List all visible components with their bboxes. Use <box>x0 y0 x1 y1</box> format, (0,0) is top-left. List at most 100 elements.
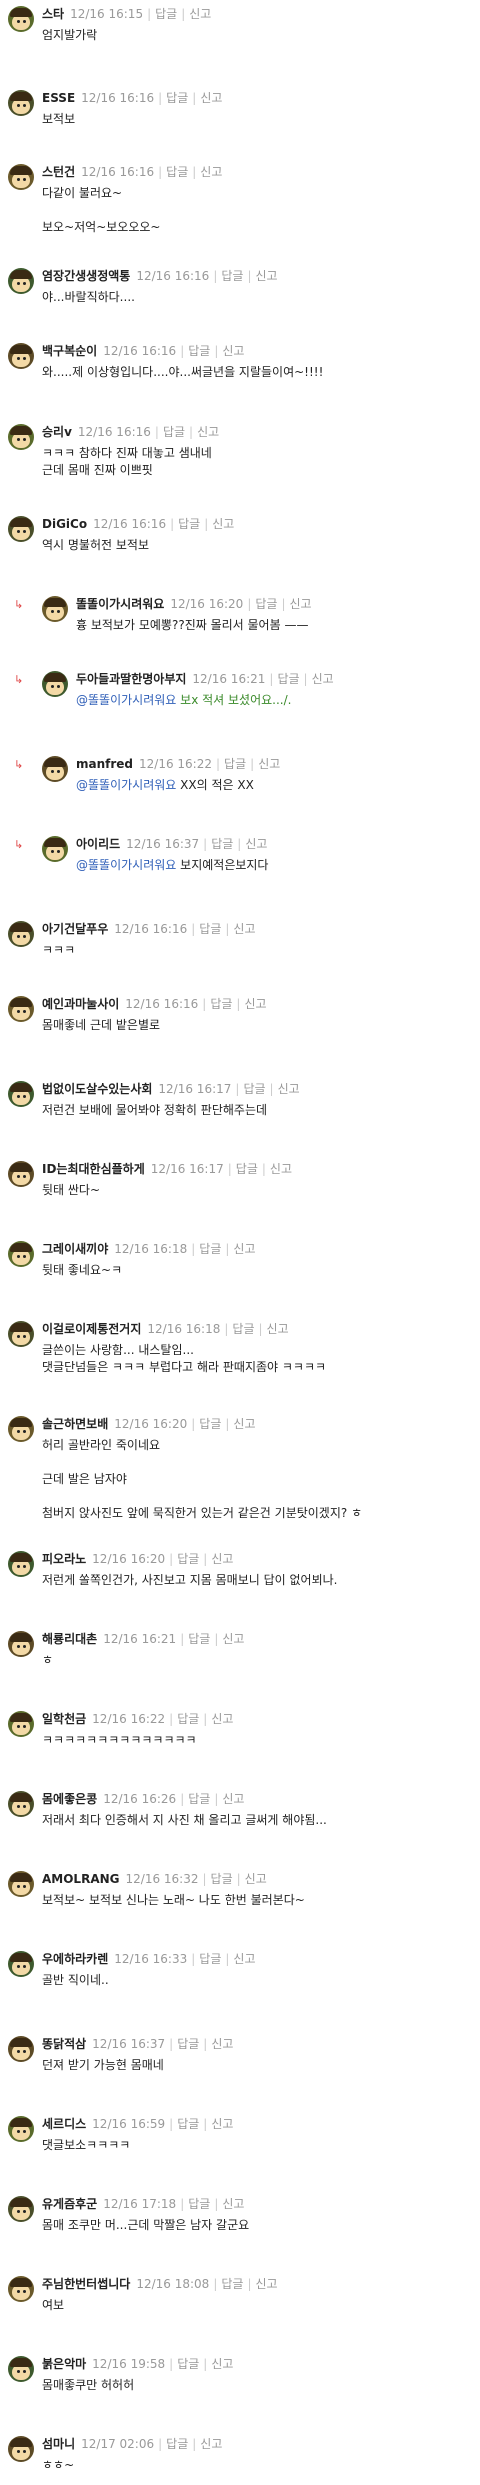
avatar[interactable] <box>8 2116 34 2142</box>
nickname[interactable]: 법없이도살수있는사회 <box>42 1082 152 1096</box>
avatar[interactable] <box>8 343 34 369</box>
reply-button[interactable]: 답글 <box>166 2437 188 2451</box>
avatar[interactable] <box>8 1711 34 1737</box>
reply-button[interactable]: 답글 <box>211 1872 233 1886</box>
avatar[interactable] <box>42 596 68 622</box>
avatar[interactable] <box>8 2276 34 2302</box>
avatar[interactable] <box>8 1416 34 1442</box>
nickname[interactable]: 그레이새끼야 <box>42 1242 108 1256</box>
report-button[interactable]: 신고 <box>222 1632 244 1646</box>
reply-button[interactable]: 답글 <box>177 2357 199 2371</box>
nickname[interactable]: 승리v <box>42 425 72 439</box>
nickname[interactable]: AMOLRANG <box>42 1872 120 1886</box>
reply-button[interactable]: 답글 <box>188 344 210 358</box>
nickname[interactable]: 아이리드 <box>76 837 120 851</box>
nickname[interactable]: 일학천금 <box>42 1712 86 1726</box>
report-button[interactable]: 신고 <box>244 997 266 1011</box>
nickname[interactable]: 예인과마눌사이 <box>42 997 119 1011</box>
avatar[interactable] <box>8 1631 34 1657</box>
report-button[interactable]: 신고 <box>290 597 312 611</box>
avatar[interactable] <box>8 1951 34 1977</box>
reply-button[interactable]: 답글 <box>188 2197 210 2211</box>
mention-link[interactable]: @똘똘이가시려워요 <box>76 778 176 792</box>
nickname[interactable]: 세르디스 <box>42 2117 86 2131</box>
avatar[interactable] <box>8 921 34 947</box>
nickname[interactable]: 섬마니 <box>42 2437 75 2451</box>
avatar[interactable] <box>8 2036 34 2062</box>
reply-button[interactable]: 답글 <box>221 269 243 283</box>
reply-button[interactable]: 답글 <box>177 2117 199 2131</box>
nickname[interactable]: 아기건달푸우 <box>42 922 108 936</box>
report-button[interactable]: 신고 <box>212 517 234 531</box>
reply-button[interactable]: 답글 <box>177 1712 199 1726</box>
avatar[interactable] <box>8 2356 34 2382</box>
report-button[interactable]: 신고 <box>245 837 267 851</box>
report-button[interactable]: 신고 <box>245 1872 267 1886</box>
nickname[interactable]: 두아들과딸한명아부지 <box>76 672 186 686</box>
report-button[interactable]: 신고 <box>222 2197 244 2211</box>
reply-button[interactable]: 답글 <box>166 91 188 105</box>
report-button[interactable]: 신고 <box>200 165 222 179</box>
nickname[interactable]: 붉은악마 <box>42 2357 86 2371</box>
report-button[interactable]: 신고 <box>200 91 222 105</box>
reply-button[interactable]: 답글 <box>199 1417 221 1431</box>
reply-button[interactable]: 답글 <box>155 7 177 21</box>
reply-button[interactable]: 답글 <box>255 597 277 611</box>
reply-button[interactable]: 답글 <box>243 1082 265 1096</box>
nickname[interactable]: 백구복순이 <box>42 344 97 358</box>
nickname[interactable]: DiGiCo <box>42 517 87 531</box>
avatar[interactable] <box>8 2196 34 2222</box>
reply-button[interactable]: 답글 <box>178 517 200 531</box>
avatar[interactable] <box>8 2436 34 2462</box>
avatar[interactable] <box>8 1161 34 1187</box>
report-button[interactable]: 신고 <box>200 2437 222 2451</box>
avatar[interactable] <box>8 1241 34 1267</box>
avatar[interactable] <box>8 6 34 32</box>
reply-button[interactable]: 답글 <box>224 757 246 771</box>
nickname[interactable]: 해룡리대촌 <box>42 1632 97 1646</box>
nickname[interactable]: 유게즘후군 <box>42 2197 97 2211</box>
reply-button[interactable]: 답글 <box>210 997 232 1011</box>
reply-button[interactable]: 답글 <box>211 837 233 851</box>
avatar[interactable] <box>8 1081 34 1107</box>
nickname[interactable]: 주님한번터썹니다 <box>42 2277 130 2291</box>
nickname[interactable]: 이걸로이제통전거지 <box>42 1322 141 1336</box>
report-button[interactable]: 신고 <box>258 757 280 771</box>
report-button[interactable]: 신고 <box>211 1552 233 1566</box>
report-button[interactable]: 신고 <box>233 1417 255 1431</box>
report-button[interactable]: 신고 <box>211 2117 233 2131</box>
report-button[interactable]: 신고 <box>189 7 211 21</box>
reply-button[interactable]: 답글 <box>221 2277 243 2291</box>
avatar[interactable] <box>8 1871 34 1897</box>
nickname[interactable]: ESSE <box>42 91 75 105</box>
nickname[interactable]: 똥닭적삼 <box>42 2037 86 2051</box>
report-button[interactable]: 신고 <box>211 2357 233 2371</box>
nickname[interactable]: 우에하라카렌 <box>42 1952 108 1966</box>
avatar[interactable] <box>8 424 34 450</box>
avatar[interactable] <box>8 1791 34 1817</box>
avatar[interactable] <box>8 996 34 1022</box>
nickname[interactable]: 똘똘이가시려워요 <box>76 597 164 611</box>
nickname[interactable]: 피오라노 <box>42 1552 86 1566</box>
report-button[interactable]: 신고 <box>256 2277 278 2291</box>
reply-button[interactable]: 답글 <box>188 1792 210 1806</box>
report-button[interactable]: 신고 <box>222 1792 244 1806</box>
reply-button[interactable]: 답글 <box>177 2037 199 2051</box>
avatar[interactable] <box>8 1321 34 1347</box>
reply-button[interactable]: 답글 <box>199 922 221 936</box>
avatar[interactable] <box>8 90 34 116</box>
avatar[interactable] <box>8 1551 34 1577</box>
reply-button[interactable]: 답글 <box>166 165 188 179</box>
nickname[interactable]: 스턴건 <box>42 165 75 179</box>
reply-button[interactable]: 답글 <box>232 1322 254 1336</box>
reply-button[interactable]: 답글 <box>277 672 299 686</box>
report-button[interactable]: 신고 <box>233 1242 255 1256</box>
report-button[interactable]: 신고 <box>278 1082 300 1096</box>
reply-button[interactable]: 답글 <box>177 1552 199 1566</box>
avatar[interactable] <box>42 756 68 782</box>
nickname[interactable]: 몸에좋은콩 <box>42 1792 97 1806</box>
report-button[interactable]: 신고 <box>222 344 244 358</box>
report-button[interactable]: 신고 <box>211 2037 233 2051</box>
nickname[interactable]: 스타 <box>42 7 64 21</box>
reply-button[interactable]: 답글 <box>199 1952 221 1966</box>
